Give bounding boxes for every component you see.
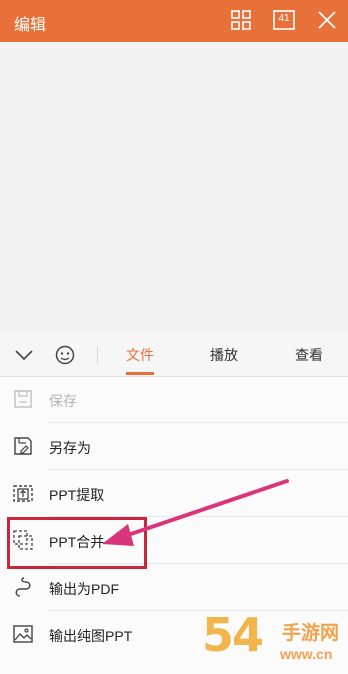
grid-view-icon[interactable] xyxy=(229,8,253,32)
top-app-bar: 编辑 41 xyxy=(0,0,348,42)
slide-count-label: 41 xyxy=(278,13,290,24)
site-watermark-logo: 54 手游网 www.cn xyxy=(200,608,348,674)
slide-canvas[interactable] xyxy=(0,42,348,332)
tab-file[interactable]: 文件 xyxy=(126,345,154,365)
image-ppt-icon xyxy=(12,623,34,645)
menu-item-label: PPT提取 xyxy=(49,487,105,503)
watermark-site-name: 手游网 xyxy=(282,623,340,644)
menu-item-ppt-extract[interactable]: PPT提取 xyxy=(0,471,348,517)
toolbar-divider xyxy=(97,346,98,364)
slide-count-button[interactable]: 41 xyxy=(272,8,296,32)
collapse-chevron-icon[interactable] xyxy=(13,344,35,366)
pdf-icon xyxy=(12,576,34,598)
save-icon xyxy=(12,388,34,410)
menu-item-label: 输出为PDF xyxy=(49,581,119,597)
highlight-box xyxy=(7,517,147,569)
close-icon[interactable] xyxy=(315,8,339,32)
menu-item-label: 保存 xyxy=(49,393,77,409)
menu-item-save: 保存 xyxy=(0,377,348,423)
watermark-domain: www.cn xyxy=(280,646,333,662)
divider xyxy=(49,469,348,470)
active-tab-indicator xyxy=(126,372,154,375)
menu-item-label: 另存为 xyxy=(49,440,91,456)
watermark-number: 54 xyxy=(202,608,264,662)
tool-tab-bar: 文件 播放 查看 xyxy=(0,332,348,377)
page-title: 编辑 xyxy=(14,17,47,34)
divider xyxy=(49,422,348,423)
extract-icon xyxy=(12,482,34,504)
divider xyxy=(49,610,348,611)
save-as-icon xyxy=(12,435,34,457)
menu-item-label: 输出纯图PPT xyxy=(49,628,133,644)
emoji-icon[interactable] xyxy=(54,344,76,366)
menu-item-export-pdf[interactable]: 输出为PDF xyxy=(0,565,348,611)
tab-view[interactable]: 查看 xyxy=(295,345,323,365)
menu-item-save-as[interactable]: 另存为 xyxy=(0,424,348,470)
tab-play[interactable]: 播放 xyxy=(210,345,238,365)
